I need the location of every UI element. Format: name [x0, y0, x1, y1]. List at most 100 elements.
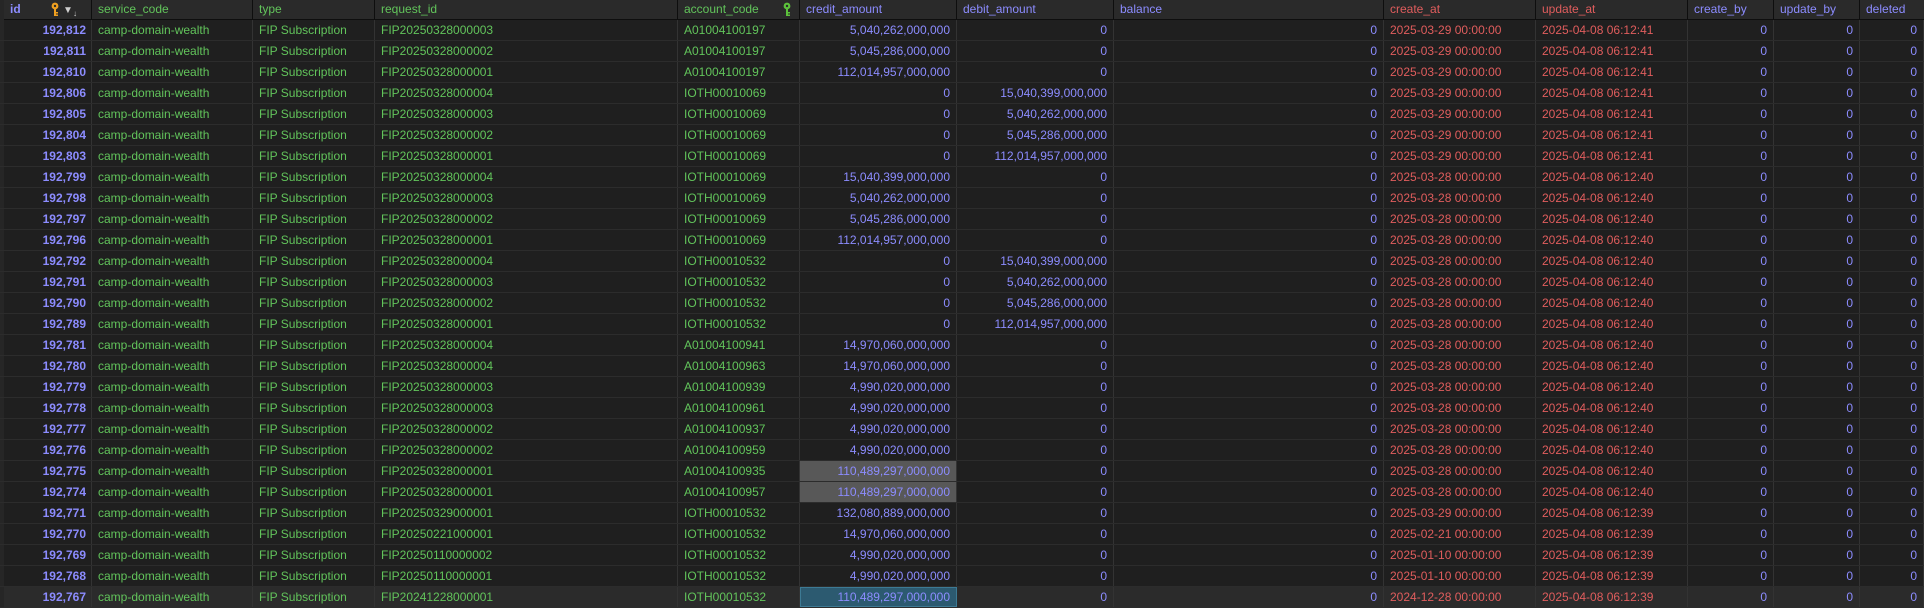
cell-id[interactable]: 192,781	[0, 335, 92, 355]
cell-credit-amount[interactable]: 0	[800, 104, 957, 124]
cell-debit-amount[interactable]: 0	[957, 398, 1114, 418]
cell-type[interactable]: FIP Subscription	[253, 125, 375, 145]
cell-type[interactable]: FIP Subscription	[253, 62, 375, 82]
cell-create-by[interactable]: 0	[1688, 503, 1774, 523]
table-row[interactable]: 192,768 camp-domain-wealth FIP Subscriptio…	[0, 566, 1924, 587]
cell-service-code[interactable]: camp-domain-wealth	[92, 545, 253, 565]
cell-credit-amount[interactable]: 14,970,060,000,000	[800, 335, 957, 355]
cell-deleted[interactable]: 0	[1860, 41, 1924, 61]
cell-deleted[interactable]: 0	[1860, 461, 1924, 481]
cell-service-code[interactable]: camp-domain-wealth	[92, 62, 253, 82]
cell-create-at[interactable]: 2025-03-28 00:00:00	[1384, 209, 1536, 229]
cell-type[interactable]: FIP Subscription	[253, 41, 375, 61]
cell-type[interactable]: FIP Subscription	[253, 293, 375, 313]
cell-request-id[interactable]: FIP20250328000001	[375, 482, 678, 502]
table-row[interactable]: 192,781 camp-domain-wealth FIP Subscriptio…	[0, 335, 1924, 356]
cell-create-by[interactable]: 0	[1688, 419, 1774, 439]
cell-service-code[interactable]: camp-domain-wealth	[92, 20, 253, 40]
column-header-update-at[interactable]: update_at	[1536, 0, 1688, 20]
cell-create-by[interactable]: 0	[1688, 272, 1774, 292]
cell-debit-amount[interactable]: 0	[957, 503, 1114, 523]
cell-debit-amount[interactable]: 0	[957, 461, 1114, 481]
cell-update-at[interactable]: 2025-04-08 06:12:40	[1536, 440, 1688, 460]
cell-create-by[interactable]: 0	[1688, 62, 1774, 82]
cell-update-at[interactable]: 2025-04-08 06:12:40	[1536, 209, 1688, 229]
cell-update-at[interactable]: 2025-04-08 06:12:41	[1536, 41, 1688, 61]
cell-create-by[interactable]: 0	[1688, 545, 1774, 565]
cell-credit-amount[interactable]: 0	[800, 125, 957, 145]
table-row[interactable]: 192,791 camp-domain-wealth FIP Subscriptio…	[0, 272, 1924, 293]
cell-deleted[interactable]: 0	[1860, 398, 1924, 418]
cell-deleted[interactable]: 0	[1860, 209, 1924, 229]
cell-deleted[interactable]: 0	[1860, 146, 1924, 166]
cell-update-by[interactable]: 0	[1774, 503, 1860, 523]
cell-balance[interactable]: 0	[1114, 461, 1384, 481]
cell-account-code[interactable]: IOTH00010069	[678, 83, 800, 103]
cell-account-code[interactable]: A01004100941	[678, 335, 800, 355]
cell-service-code[interactable]: camp-domain-wealth	[92, 356, 253, 376]
cell-credit-amount[interactable]: 4,990,020,000,000	[800, 398, 957, 418]
cell-debit-amount[interactable]: 112,014,957,000,000	[957, 146, 1114, 166]
cell-debit-amount[interactable]: 5,040,262,000,000	[957, 104, 1114, 124]
cell-service-code[interactable]: camp-domain-wealth	[92, 188, 253, 208]
cell-deleted[interactable]: 0	[1860, 524, 1924, 544]
cell-create-at[interactable]: 2025-03-29 00:00:00	[1384, 62, 1536, 82]
cell-debit-amount[interactable]: 0	[957, 335, 1114, 355]
cell-service-code[interactable]: camp-domain-wealth	[92, 125, 253, 145]
cell-balance[interactable]: 0	[1114, 419, 1384, 439]
cell-type[interactable]: FIP Subscription	[253, 566, 375, 586]
cell-deleted[interactable]: 0	[1860, 251, 1924, 271]
cell-create-at[interactable]: 2025-01-10 00:00:00	[1384, 545, 1536, 565]
cell-service-code[interactable]: camp-domain-wealth	[92, 503, 253, 523]
cell-credit-amount[interactable]: 112,014,957,000,000	[800, 62, 957, 82]
cell-update-at[interactable]: 2025-04-08 06:12:40	[1536, 188, 1688, 208]
cell-create-at[interactable]: 2025-03-28 00:00:00	[1384, 251, 1536, 271]
cell-deleted[interactable]: 0	[1860, 419, 1924, 439]
column-header-create-by[interactable]: create_by	[1688, 0, 1774, 20]
cell-id[interactable]: 192,799	[0, 167, 92, 187]
cell-create-at[interactable]: 2025-03-29 00:00:00	[1384, 125, 1536, 145]
cell-update-at[interactable]: 2025-04-08 06:12:40	[1536, 230, 1688, 250]
cell-type[interactable]: FIP Subscription	[253, 104, 375, 124]
cell-debit-amount[interactable]: 0	[957, 419, 1114, 439]
cell-update-at[interactable]: 2025-04-08 06:12:40	[1536, 314, 1688, 334]
cell-account-code[interactable]: IOTH00010069	[678, 104, 800, 124]
cell-balance[interactable]: 0	[1114, 335, 1384, 355]
cell-type[interactable]: FIP Subscription	[253, 503, 375, 523]
cell-create-at[interactable]: 2025-03-29 00:00:00	[1384, 146, 1536, 166]
cell-debit-amount[interactable]: 0	[957, 377, 1114, 397]
cell-balance[interactable]: 0	[1114, 146, 1384, 166]
cell-update-at[interactable]: 2025-04-08 06:12:39	[1536, 587, 1688, 607]
cell-create-by[interactable]: 0	[1688, 251, 1774, 271]
cell-update-at[interactable]: 2025-04-08 06:12:40	[1536, 335, 1688, 355]
cell-update-by[interactable]: 0	[1774, 62, 1860, 82]
cell-create-at[interactable]: 2025-03-28 00:00:00	[1384, 335, 1536, 355]
cell-id[interactable]: 192,806	[0, 83, 92, 103]
cell-update-at[interactable]: 2025-04-08 06:12:39	[1536, 524, 1688, 544]
cell-balance[interactable]: 0	[1114, 440, 1384, 460]
cell-create-by[interactable]: 0	[1688, 83, 1774, 103]
cell-account-code[interactable]: IOTH00010532	[678, 272, 800, 292]
cell-update-at[interactable]: 2025-04-08 06:12:40	[1536, 398, 1688, 418]
cell-update-by[interactable]: 0	[1774, 41, 1860, 61]
cell-id[interactable]: 192,812	[0, 20, 92, 40]
cell-credit-amount[interactable]: 4,990,020,000,000	[800, 545, 957, 565]
cell-create-at[interactable]: 2024-12-28 00:00:00	[1384, 587, 1536, 607]
cell-type[interactable]: FIP Subscription	[253, 188, 375, 208]
cell-create-at[interactable]: 2025-03-28 00:00:00	[1384, 440, 1536, 460]
cell-deleted[interactable]: 0	[1860, 545, 1924, 565]
cell-balance[interactable]: 0	[1114, 587, 1384, 607]
cell-service-code[interactable]: camp-domain-wealth	[92, 104, 253, 124]
table-row[interactable]: 192,805 camp-domain-wealth FIP Subscriptio…	[0, 104, 1924, 125]
cell-debit-amount[interactable]: 0	[957, 188, 1114, 208]
table-row[interactable]: 192,770 camp-domain-wealth FIP Subscriptio…	[0, 524, 1924, 545]
cell-account-code[interactable]: A01004100197	[678, 41, 800, 61]
table-row[interactable]: 192,778 camp-domain-wealth FIP Subscriptio…	[0, 398, 1924, 419]
cell-debit-amount[interactable]: 0	[957, 230, 1114, 250]
cell-create-by[interactable]: 0	[1688, 398, 1774, 418]
cell-deleted[interactable]: 0	[1860, 167, 1924, 187]
cell-update-at[interactable]: 2025-04-08 06:12:39	[1536, 566, 1688, 586]
cell-request-id[interactable]: FIP20241228000001	[375, 587, 678, 607]
cell-id[interactable]: 192,791	[0, 272, 92, 292]
cell-credit-amount[interactable]: 15,040,399,000,000	[800, 167, 957, 187]
